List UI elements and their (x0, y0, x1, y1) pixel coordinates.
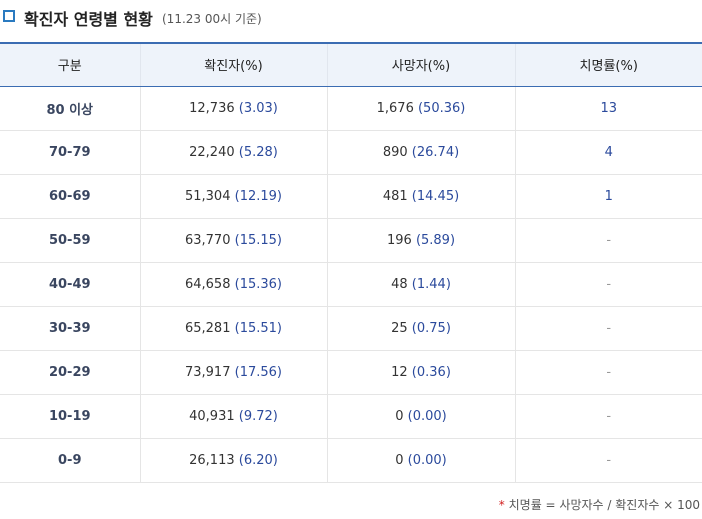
footnote-text: 치명률 = 사망자수 / 확진자수 × 100 (508, 498, 700, 512)
confirmed-percent: (5.28) (238, 144, 278, 160)
cell-age-group: 40-49 (0, 262, 140, 307)
table-row: 20-29 73,917 (17.56) 12 (0.36) - (0, 350, 702, 395)
cell-deaths: 12 (0.36) (326, 350, 515, 395)
cell-confirmed: 26,113 (6.20) (139, 438, 327, 483)
cell-fatality-rate: - (514, 306, 702, 351)
table-row: 80 이상 12,736 (3.03) 1,676 (50.36) 13 (0, 86, 702, 131)
cell-age-group: 20-29 (0, 350, 140, 395)
cell-deaths: 890 (26.74) (326, 130, 515, 175)
table-row: 0-9 26,113 (6.20) 0 (0.00) - (0, 438, 702, 483)
column-header-deaths: 사망자(%) (326, 42, 515, 87)
cell-confirmed: 22,240 (5.28) (139, 130, 327, 175)
death-percent: (1.44) (411, 276, 451, 292)
confirmed-count: 73,917 (184, 364, 231, 380)
confirmed-percent: (15.15) (234, 232, 282, 248)
death-percent: (0.00) (407, 408, 447, 424)
page-subtitle: (11.23 00시 기준) (162, 12, 262, 26)
cell-confirmed: 63,770 (15.15) (139, 218, 327, 263)
confirmed-count: 51,304 (184, 188, 231, 204)
death-percent: (5.89) (415, 232, 456, 248)
table-header-row: 구분 확진자(%) 사망자(%) 치명률(%) (0, 42, 702, 87)
cell-confirmed: 73,917 (17.56) (139, 350, 327, 395)
death-count: 890 (382, 144, 408, 160)
cell-age-group: 30-39 (0, 306, 140, 351)
death-count: 0 (395, 452, 404, 468)
death-percent: (0.00) (407, 452, 447, 468)
cell-deaths: 1,676 (50.36) (326, 86, 515, 131)
confirmed-count: 26,113 (189, 452, 235, 468)
table-row: 30-39 65,281 (15.51) 25 (0.75) - (0, 306, 702, 351)
cell-confirmed: 40,931 (9.72) (139, 394, 327, 439)
confirmed-count: 22,240 (189, 144, 235, 160)
confirmed-percent: (15.51) (234, 320, 282, 336)
cell-age-group: 70-79 (0, 130, 140, 175)
column-header-fatality: 치명률(%) (514, 42, 702, 87)
table-row: 10-19 40,931 (9.72) 0 (0.00) - (0, 394, 702, 439)
death-percent: (14.45) (411, 188, 460, 204)
square-bullet-icon (3, 10, 15, 22)
table-row: 40-49 64,658 (15.36) 48 (1.44) - (0, 262, 702, 307)
cell-fatality-rate: 13 (514, 86, 702, 131)
death-count: 481 (382, 188, 408, 204)
death-count: 0 (395, 408, 404, 424)
page-title: 확진자 연령별 현황 (24, 10, 153, 29)
confirmed-count: 65,281 (184, 320, 231, 336)
cell-fatality-rate: - (514, 218, 702, 263)
cell-age-group: 50-59 (0, 218, 140, 263)
age-stats-table-wrapper: 구분 확진자(%) 사망자(%) 치명률(%) 80 이상 12,736 (3.0… (0, 42, 702, 483)
column-header-group: 구분 (0, 42, 140, 87)
death-percent: (0.75) (411, 320, 451, 336)
cell-fatality-rate: - (514, 262, 702, 307)
cell-deaths: 0 (0.00) (326, 438, 515, 483)
confirmed-percent: (15.36) (234, 276, 282, 292)
cell-age-group: 80 이상 (0, 86, 140, 131)
cell-deaths: 481 (14.45) (326, 174, 515, 219)
cell-fatality-rate: 4 (514, 130, 702, 175)
confirmed-percent: (6.20) (238, 452, 278, 468)
death-percent: (50.36) (417, 100, 466, 116)
confirmed-count: 40,931 (189, 408, 235, 424)
table-row: 70-79 22,240 (5.28) 890 (26.74) 4 (0, 130, 702, 175)
cell-deaths: 0 (0.00) (326, 394, 515, 439)
cell-deaths: 25 (0.75) (326, 306, 515, 351)
footnote-marker: * (498, 498, 505, 512)
confirmed-percent: (3.03) (238, 100, 278, 116)
cell-deaths: 196 (5.89) (326, 218, 515, 263)
age-stats-table: 구분 확진자(%) 사망자(%) 치명률(%) 80 이상 12,736 (3.0… (0, 42, 702, 483)
death-percent: (26.74) (411, 144, 460, 160)
confirmed-percent: (9.72) (238, 408, 278, 424)
death-count: 196 (386, 232, 412, 248)
section-header: 확진자 연령별 현황 (11.23 00시 기준) (0, 0, 702, 40)
death-count: 48 (391, 276, 408, 292)
table-body: 80 이상 12,736 (3.03) 1,676 (50.36) 13 70-79 22… (0, 86, 702, 483)
cell-confirmed: 12,736 (3.03) (139, 86, 327, 131)
table-header: 구분 확진자(%) 사망자(%) 치명률(%) (0, 42, 702, 87)
cell-fatality-rate: - (514, 350, 702, 395)
cell-fatality-rate: - (514, 438, 702, 483)
table-row: 50-59 63,770 (15.15) 196 (5.89) - (0, 218, 702, 263)
death-count: 1,676 (376, 100, 414, 116)
cell-fatality-rate: 1 (514, 174, 702, 219)
confirmed-count: 12,736 (189, 100, 235, 116)
table-row: 60-69 51,304 (12.19) 481 (14.45) 1 (0, 174, 702, 219)
cell-confirmed: 64,658 (15.36) (139, 262, 327, 307)
cell-age-group: 10-19 (0, 394, 140, 439)
column-header-confirmed: 확진자(%) (139, 42, 327, 87)
cell-age-group: 60-69 (0, 174, 140, 219)
death-count: 25 (391, 320, 408, 336)
cell-confirmed: 65,281 (15.51) (139, 306, 327, 351)
cell-deaths: 48 (1.44) (326, 262, 515, 307)
confirmed-count: 63,770 (184, 232, 231, 248)
confirmed-percent: (12.19) (234, 188, 282, 204)
death-percent: (0.36) (411, 364, 451, 380)
cell-age-group: 0-9 (0, 438, 140, 483)
cell-confirmed: 51,304 (12.19) (139, 174, 327, 219)
cell-fatality-rate: - (514, 394, 702, 439)
footnote: * 치명률 = 사망자수 / 확진자수 × 100 (499, 496, 700, 513)
confirmed-count: 64,658 (184, 276, 231, 292)
confirmed-percent: (17.56) (234, 364, 282, 380)
death-count: 12 (391, 364, 408, 380)
